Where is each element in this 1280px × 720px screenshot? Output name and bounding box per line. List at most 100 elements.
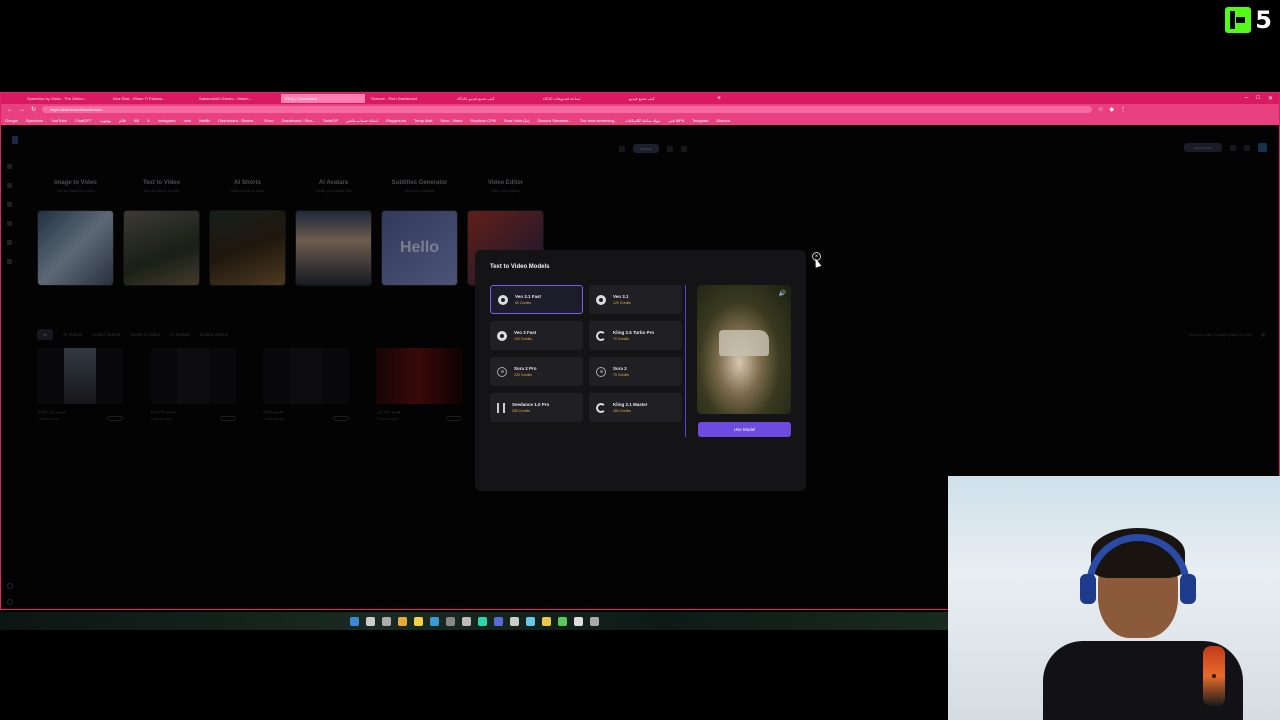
speaker-icon[interactable]: 🔊 bbox=[779, 290, 786, 297]
app-icon[interactable] bbox=[477, 616, 487, 626]
browser-tab[interactable]: كيف تصنع فيديو bbox=[625, 94, 709, 103]
screen: 5 Speedrun by Onda - The Online... Kira … bbox=[0, 0, 1280, 720]
model-preview-video[interactable]: 🔊 bbox=[697, 285, 791, 414]
bookmark-item[interactable]: Discord Streamer... bbox=[537, 118, 571, 123]
browser-tab[interactable]: Seream - Rich Dashboard bbox=[367, 94, 451, 103]
star-icon[interactable]: ☆ bbox=[1098, 106, 1103, 113]
browser-tab[interactable]: كيف تصنع فيديو بالذكاء bbox=[453, 94, 537, 103]
model-option[interactable]: Veo 3 Fast 100 Credits bbox=[490, 321, 583, 350]
bookmark-item[interactable]: Dashboard - Restre... bbox=[218, 118, 256, 123]
veo-icon bbox=[596, 294, 606, 305]
bookmark-item[interactable]: Speedrun bbox=[26, 118, 43, 123]
app-icon[interactable] bbox=[509, 616, 519, 626]
bookmark-item[interactable]: Sora - Video bbox=[440, 118, 462, 123]
maximize-icon[interactable]: □ bbox=[1256, 95, 1260, 102]
browser-tab-active[interactable]: Kling | Dashboard bbox=[281, 94, 365, 103]
bookmark-item[interactable]: قمر MP4 bbox=[668, 118, 684, 123]
bookmark-item[interactable]: SolutOP bbox=[323, 118, 338, 123]
browser-tab[interactable]: SabamokiAI Dream - Watch... bbox=[195, 94, 279, 103]
back-icon[interactable]: ← bbox=[7, 107, 13, 113]
kling-icon bbox=[596, 402, 606, 413]
forward-icon[interactable]: → bbox=[19, 107, 25, 113]
close-window-icon[interactable]: ✕ bbox=[1268, 95, 1273, 102]
app-icon[interactable] bbox=[541, 616, 551, 626]
bookmark-item[interactable]: يوتيوب bbox=[100, 118, 111, 123]
model-name: Sora 2 bbox=[613, 366, 627, 371]
search-icon[interactable] bbox=[365, 616, 375, 626]
model-option[interactable]: Sora 2 75 Credits bbox=[589, 357, 682, 386]
model-credits: 100 Credits bbox=[514, 337, 532, 341]
model-name: Veo 3.1 Fast bbox=[515, 294, 542, 299]
address-bar: ← → ↻ https://dashboard/studio/main ☆ ◆ … bbox=[1, 104, 1279, 115]
bookmark-item[interactable]: Discord bbox=[717, 118, 731, 123]
app-icon[interactable] bbox=[525, 616, 535, 626]
bookmark-item[interactable]: Google bbox=[5, 118, 18, 123]
minimize-icon[interactable]: – bbox=[1245, 95, 1248, 102]
bookmark-item[interactable]: Playground bbox=[386, 118, 406, 123]
browser-tab[interactable]: صناعة فيديوهات الذكاء bbox=[539, 94, 623, 103]
tab-bar: Speedrun by Onda - The Online... Kira Öl… bbox=[1, 93, 1279, 104]
bookmark-item[interactable]: The best streaming... bbox=[580, 118, 618, 123]
headset-ear-left bbox=[1080, 574, 1096, 604]
menu-icon[interactable]: ⋮ bbox=[1120, 106, 1126, 113]
browser-tab[interactable]: Kira Ölak - Rihan Ti Pahssa... bbox=[109, 94, 193, 103]
bookmark-item[interactable]: Sora Vods (ما) bbox=[504, 118, 530, 123]
extensions-icon[interactable]: ◆ bbox=[1109, 106, 1114, 113]
url-input[interactable]: https://dashboard/studio/main bbox=[42, 106, 1093, 113]
model-credits: 60 Credits bbox=[515, 301, 531, 305]
model-credits: 70 Credits bbox=[613, 337, 629, 341]
model-credits: 75 Credits bbox=[613, 373, 629, 377]
use-model-button[interactable]: Use Model bbox=[698, 422, 791, 437]
task-view-icon[interactable] bbox=[381, 616, 391, 626]
bookmark-item[interactable]: Instagram bbox=[158, 118, 176, 123]
bookmark-item[interactable]: Netflix bbox=[199, 118, 210, 123]
obs-icon[interactable] bbox=[573, 616, 583, 626]
kick-logo-icon bbox=[1225, 7, 1252, 33]
bookmark-item[interactable]: X bbox=[147, 118, 150, 123]
folder-app-icon[interactable] bbox=[413, 616, 423, 626]
reload-icon[interactable]: ↻ bbox=[31, 106, 36, 113]
model-name: Sora 2 Pro bbox=[514, 366, 537, 371]
model-credits: 120 Credits bbox=[613, 301, 631, 305]
bookmark-item[interactable]: Kill bbox=[134, 118, 139, 123]
bookmark-item[interactable]: Dashboard / Stra... bbox=[282, 118, 316, 123]
webcam-overlay bbox=[948, 476, 1280, 720]
bookmark-item[interactable]: mdx bbox=[184, 118, 192, 123]
headset-ear-right bbox=[1180, 574, 1196, 604]
model-name: Seedance 1.0 Pro bbox=[512, 402, 550, 407]
microphone-icon bbox=[1203, 646, 1225, 706]
veo-icon bbox=[497, 330, 507, 341]
model-credits: 250 Credits bbox=[512, 409, 530, 413]
file-explorer-icon[interactable] bbox=[397, 616, 407, 626]
bookmark-item[interactable]: Replicon CFM bbox=[471, 118, 496, 123]
bookmarks-bar: Google Speedrun YouTube ChatGPT يوتيوب فلام Ki… bbox=[1, 115, 1279, 125]
bookmark-item[interactable]: ChatGPT bbox=[75, 118, 92, 123]
start-icon[interactable] bbox=[349, 616, 359, 626]
model-option[interactable]: Kling 2.5 Turbo Pro 70 Credits bbox=[589, 321, 682, 350]
bookmark-item[interactable]: مولد سابقة للاسكتات bbox=[625, 118, 660, 123]
app-icon[interactable] bbox=[589, 616, 599, 626]
model-option[interactable]: Veo 3.1 120 Credits bbox=[589, 285, 682, 314]
model-option[interactable]: Sora 2 Pro 225 Credits bbox=[490, 357, 583, 386]
vscode-icon[interactable] bbox=[429, 616, 439, 626]
browser-tab[interactable]: Speedrun by Onda - The Online... bbox=[23, 94, 107, 103]
model-credits: 225 Credits bbox=[514, 373, 532, 377]
new-tab-button[interactable]: + bbox=[717, 95, 721, 102]
settings-app-icon[interactable] bbox=[461, 616, 471, 626]
window-controls: – □ ✕ bbox=[1245, 95, 1279, 102]
app-icon[interactable] bbox=[445, 616, 455, 626]
model-list[interactable]: Veo 3.1 Fast 60 Credits Veo 3.1 120 Credits… bbox=[490, 285, 686, 437]
bookmark-item[interactable]: Telegram bbox=[692, 118, 708, 123]
model-option[interactable]: Kling 2.1 Master 450 Credits bbox=[589, 393, 682, 422]
discord-icon[interactable] bbox=[493, 616, 503, 626]
chrome-icon[interactable] bbox=[557, 616, 567, 626]
bookmark-item[interactable]: انشاء حساب ماتش bbox=[346, 118, 378, 123]
bookmark-item[interactable]: Envo bbox=[265, 118, 274, 123]
bookmark-item[interactable]: YouTube bbox=[51, 118, 67, 123]
model-name: Veo 3.1 bbox=[613, 294, 629, 299]
text-to-video-models-modal: Text to Video Models × Veo 3.1 Fast 60 Cr… bbox=[475, 250, 821, 491]
bookmark-item[interactable]: Temp Mail bbox=[414, 118, 432, 123]
model-option[interactable]: Seedance 1.0 Pro 250 Credits bbox=[490, 393, 583, 422]
model-option-selected[interactable]: Veo 3.1 Fast 60 Credits bbox=[490, 285, 583, 314]
bookmark-item[interactable]: فلام bbox=[119, 118, 126, 123]
